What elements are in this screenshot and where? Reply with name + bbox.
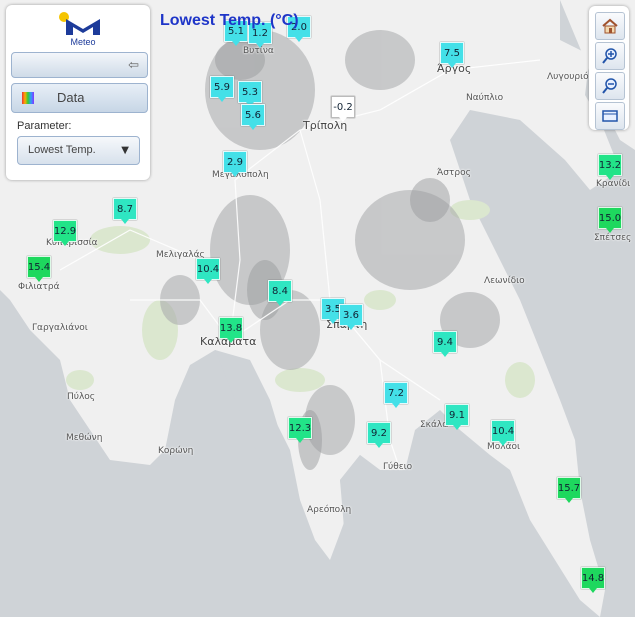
zoom-in-icon (602, 48, 617, 64)
parameter-select-value: Lowest Temp. (28, 144, 96, 156)
full-extent-button[interactable] (595, 102, 625, 130)
place-gytheio: Γύθειο (383, 462, 413, 472)
station-marker[interactable]: 12.3 (288, 417, 312, 443)
station-marker[interactable]: -0.2 (331, 96, 355, 122)
logo-m-icon (59, 12, 100, 35)
station-marker[interactable]: 13.8 (219, 317, 243, 343)
place-gargalianoi: Γαργαλιάνοι (32, 323, 88, 333)
station-marker[interactable]: 9.1 (445, 404, 469, 430)
arrow-left-icon: ⇦ (128, 58, 139, 73)
station-marker[interactable]: 10.4 (196, 258, 220, 284)
station-marker[interactable]: 15.0 (598, 207, 622, 233)
place-skala: Σκάλα (420, 420, 449, 430)
control-panel: Meteo ⇦ Data Parameter: Lowest Temp. ▼ (6, 5, 150, 180)
place-kranidi: Κρανίδι (596, 179, 631, 189)
station-marker[interactable]: 9.4 (433, 331, 457, 357)
place-areopoli: Αρεόπολη (307, 505, 352, 515)
color-scale-icon (22, 92, 34, 104)
station-marker[interactable]: 5.3 (238, 81, 262, 107)
station-marker[interactable]: 7.5 (440, 42, 464, 68)
place-filiatra: Φιλιατρά (18, 282, 60, 292)
meteo-logo: Meteo (58, 11, 108, 51)
place-astros: Άστρος (437, 168, 471, 178)
home-button[interactable] (595, 12, 625, 40)
station-marker[interactable]: 15.4 (27, 256, 51, 282)
parameter-select[interactable]: Lowest Temp. ▼ (17, 136, 140, 165)
station-marker[interactable]: 12.9 (53, 220, 77, 246)
place-methoni: Μεθώνη (66, 433, 103, 443)
station-marker[interactable]: 2.9 (223, 151, 247, 177)
place-nafplio: Ναύπλιο (466, 93, 504, 103)
zoom-out-icon (602, 78, 617, 94)
station-marker[interactable]: 9.2 (367, 422, 391, 448)
home-icon (602, 18, 618, 34)
place-lygourio: Λυγουριό (547, 72, 589, 82)
station-marker[interactable]: 3.6 (339, 304, 363, 330)
data-button[interactable]: Data (11, 83, 148, 113)
place-spetses: Σπέτσες (594, 233, 632, 243)
place-leonidio: Λεωνίδιο (484, 276, 525, 286)
place-pylos: Πύλος (67, 392, 96, 402)
zoom-in-button[interactable] (595, 42, 625, 70)
station-marker[interactable]: 10.4 (491, 420, 515, 446)
station-marker[interactable]: 15.7 (557, 477, 581, 503)
data-button-label: Data (57, 90, 85, 105)
place-koroni: Κορώνη (158, 446, 194, 456)
station-marker[interactable]: 5.9 (210, 76, 234, 102)
map-title: Lowest Temp. (°C) (160, 12, 299, 29)
map-tools (589, 6, 629, 130)
station-marker[interactable]: 7.2 (384, 382, 408, 408)
station-marker[interactable]: 14.8 (581, 567, 605, 593)
station-marker[interactable]: 5.6 (241, 104, 265, 130)
collapse-panel-button[interactable]: ⇦ (11, 52, 148, 78)
logo-text: Meteo (70, 37, 96, 47)
parameter-label: Parameter: (17, 120, 72, 132)
extent-icon (602, 110, 618, 122)
chevron-down-icon: ▼ (121, 145, 129, 156)
zoom-out-button[interactable] (595, 72, 625, 100)
station-marker[interactable]: 8.4 (268, 280, 292, 306)
map-view[interactable]: Άργος Ναύπλιο Λυγουριό Τρίπολη Βυτίνα Με… (0, 0, 635, 617)
station-marker[interactable]: 8.7 (113, 198, 137, 224)
station-marker[interactable]: 13.2 (598, 154, 622, 180)
